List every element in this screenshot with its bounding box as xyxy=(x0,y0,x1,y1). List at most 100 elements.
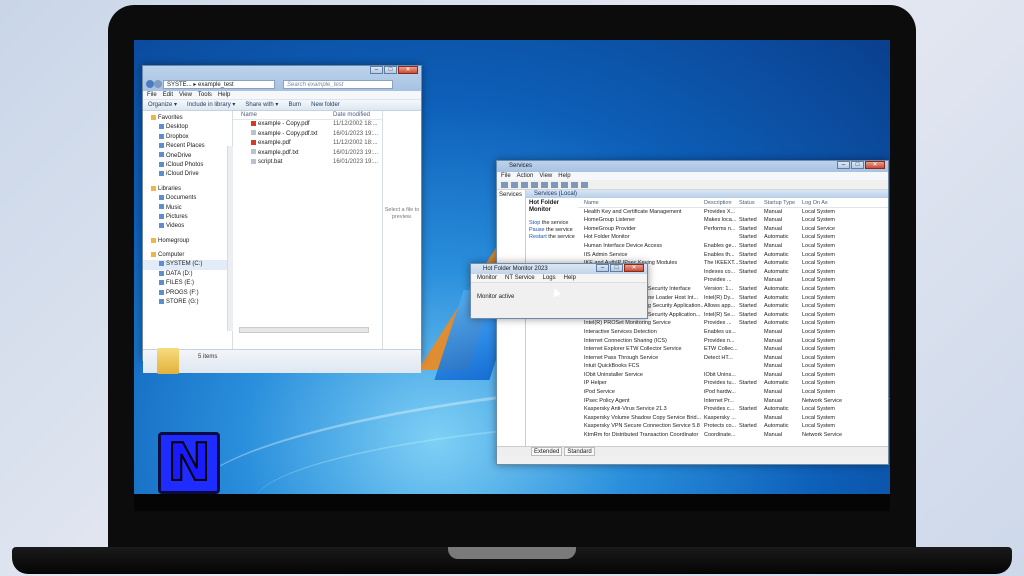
menu-item[interactable]: Help xyxy=(218,91,230,99)
nav-item[interactable]: DATA (D:) xyxy=(143,270,232,279)
nav-scrollbar[interactable] xyxy=(227,146,233,331)
forward-icon[interactable] xyxy=(511,181,518,188)
table-row[interactable]: Intuit QuickBooks FCS Manual Local System xyxy=(578,362,888,371)
back-icon[interactable] xyxy=(501,181,508,188)
menu-item[interactable]: File xyxy=(501,172,511,180)
toolbar-button[interactable]: Organize ▾ xyxy=(148,100,177,110)
file-row[interactable]: example.pdf.txt 16/01/2023 19:... xyxy=(233,149,382,159)
minimize-icon[interactable]: – xyxy=(837,161,850,169)
nav-item[interactable]: OneDrive xyxy=(143,152,232,161)
maximize-icon[interactable]: □ xyxy=(384,66,397,74)
table-row[interactable]: Kaspersky VPN Secure Connection Service … xyxy=(578,422,888,431)
tab-standard[interactable]: Standard xyxy=(564,447,595,456)
toolbar-button[interactable]: New folder xyxy=(311,100,340,110)
help-icon[interactable] xyxy=(541,181,548,188)
nav-item[interactable]: STORE (G:) xyxy=(143,298,232,307)
table-row[interactable]: IIS Admin Service Enables th... Started Aut… xyxy=(578,251,888,260)
table-row[interactable]: Internet Explorer ETW Collector Service E… xyxy=(578,345,888,354)
search-input[interactable]: Search example_test xyxy=(283,80,393,89)
nav-item[interactable]: Videos xyxy=(143,222,232,231)
table-row[interactable]: HomeGroup Listener Makes loca... Started Ma… xyxy=(578,216,888,225)
toolbar-button[interactable]: Include in library ▾ xyxy=(187,100,235,110)
table-row[interactable]: IObit Uninstaller Service IObit Unins... M… xyxy=(578,371,888,380)
toolbar-button[interactable]: Burn xyxy=(288,100,301,110)
menu-item[interactable]: Edit xyxy=(163,91,173,99)
nav-item[interactable]: iCloud Drive xyxy=(143,170,232,179)
menu-item[interactable]: NT Service xyxy=(505,274,535,282)
minimize-icon[interactable]: – xyxy=(370,66,383,74)
table-row[interactable]: Interactive Services Detection Enables us… xyxy=(578,328,888,337)
restart-icon[interactable] xyxy=(581,181,588,188)
menu-item[interactable]: View xyxy=(539,172,552,180)
stop-icon[interactable] xyxy=(561,181,568,188)
explorer-titlebar[interactable]: SYSTE... ▸ example_test Search example_t… xyxy=(143,66,421,91)
service-action-link[interactable]: Restart xyxy=(529,234,547,240)
table-row[interactable]: IPsec Policy Agent Internet Pr... Manual Ne… xyxy=(578,397,888,406)
refresh-icon[interactable] xyxy=(531,181,538,188)
nav-item[interactable]: Libraries xyxy=(143,185,232,194)
column-header[interactable]: Status xyxy=(739,199,764,207)
nav-item[interactable]: FILES (E:) xyxy=(143,279,232,288)
column-header[interactable]: Name xyxy=(578,199,704,207)
nav-item[interactable]: Homegroup xyxy=(143,237,232,246)
nav-item[interactable]: PROGS (F:) xyxy=(143,289,232,298)
services-titlebar[interactable]: Services – □ ✕ xyxy=(497,161,888,172)
table-row[interactable]: KtmRm for Distributed Transaction Coordi… xyxy=(578,431,888,440)
nav-item[interactable]: iCloud Photos xyxy=(143,161,232,170)
column-header-name[interactable]: Name xyxy=(233,111,333,119)
nav-item[interactable]: Documents xyxy=(143,194,232,203)
nav-item[interactable]: Desktop xyxy=(143,123,232,132)
nav-item[interactable]: Favorites xyxy=(143,114,232,123)
nav-item[interactable]: Computer xyxy=(143,251,232,260)
toolbar-button[interactable]: Share with ▾ xyxy=(245,100,278,110)
tab-extended[interactable]: Extended xyxy=(531,447,563,456)
file-row[interactable]: example - Copy.pdf 11/12/2002 18:... xyxy=(233,120,382,130)
maximize-icon[interactable]: □ xyxy=(610,264,623,272)
table-row[interactable]: Internet Connection Sharing (ICS) Provide… xyxy=(578,337,888,346)
table-row[interactable]: IP Helper Provides tu... Started Automatic L… xyxy=(578,379,888,388)
table-row[interactable]: Human Interface Device Access Enables ge.… xyxy=(578,242,888,251)
file-scrollbar[interactable] xyxy=(239,327,369,333)
minimize-icon[interactable]: – xyxy=(596,264,609,272)
menu-item[interactable]: Logs xyxy=(543,274,556,282)
menu-item[interactable]: Tools xyxy=(198,91,212,99)
close-icon[interactable]: ✕ xyxy=(398,66,418,74)
table-row[interactable]: Kaspersky Anti-Virus Service 21.3 Provide… xyxy=(578,405,888,414)
table-row[interactable]: Health Key and Certificate Management Pro… xyxy=(578,208,888,217)
pause-icon[interactable] xyxy=(571,181,578,188)
column-header[interactable]: Startup Type xyxy=(764,199,802,207)
file-row[interactable]: example.pdf 11/12/2002 18:... xyxy=(233,139,382,149)
hfm-titlebar[interactable]: Hot Folder Monitor 2023 – □ ✕ xyxy=(471,264,647,274)
menu-item[interactable]: Help xyxy=(564,274,576,282)
properties-icon[interactable] xyxy=(521,181,528,188)
table-row[interactable]: Kaspersky Volume Shadow Copy Service Bri… xyxy=(578,414,888,423)
nav-item[interactable]: Dropbox xyxy=(143,133,232,142)
column-header-date[interactable]: Date modified xyxy=(333,111,370,119)
table-row[interactable]: iPod Service iPod hardw... Manual Local Sys… xyxy=(578,388,888,397)
file-row[interactable]: example - Copy.pdf.txt 16/01/2023 19:... xyxy=(233,130,382,140)
menu-item[interactable]: View xyxy=(179,91,192,99)
table-row[interactable]: Intel(R) PROSet Monitoring Service Provid… xyxy=(578,319,888,328)
menu-item[interactable]: Monitor xyxy=(477,274,497,282)
column-header[interactable]: Description xyxy=(704,199,739,207)
play-icon[interactable] xyxy=(551,181,558,188)
nav-item[interactable]: Recent Places xyxy=(143,142,232,151)
menu-item[interactable]: Help xyxy=(558,172,570,180)
forward-icon[interactable] xyxy=(154,80,162,88)
close-icon[interactable]: ✕ xyxy=(865,161,885,169)
back-icon[interactable] xyxy=(146,80,154,88)
close-icon[interactable]: ✕ xyxy=(624,264,644,272)
nav-item[interactable]: SYSTEM (C:) xyxy=(143,260,232,270)
column-header[interactable]: Log On As xyxy=(802,199,852,207)
file-row[interactable]: script.bat 16/01/2023 19:... xyxy=(233,158,382,168)
service-action-link[interactable]: Pause xyxy=(529,227,545,233)
nav-item[interactable]: Pictures xyxy=(143,213,232,222)
menu-item[interactable]: File xyxy=(147,91,157,99)
service-action-link[interactable]: Stop xyxy=(529,220,540,226)
address-bar[interactable]: SYSTE... ▸ example_test xyxy=(163,80,275,89)
nav-item[interactable]: Music xyxy=(143,204,232,213)
maximize-icon[interactable]: □ xyxy=(851,161,864,169)
table-row[interactable]: Internet Pass Through Service Detect HT..… xyxy=(578,354,888,363)
menu-item[interactable]: Action xyxy=(517,172,534,180)
table-row[interactable]: Hot Folder Monitor Started Automatic Local … xyxy=(578,233,888,242)
